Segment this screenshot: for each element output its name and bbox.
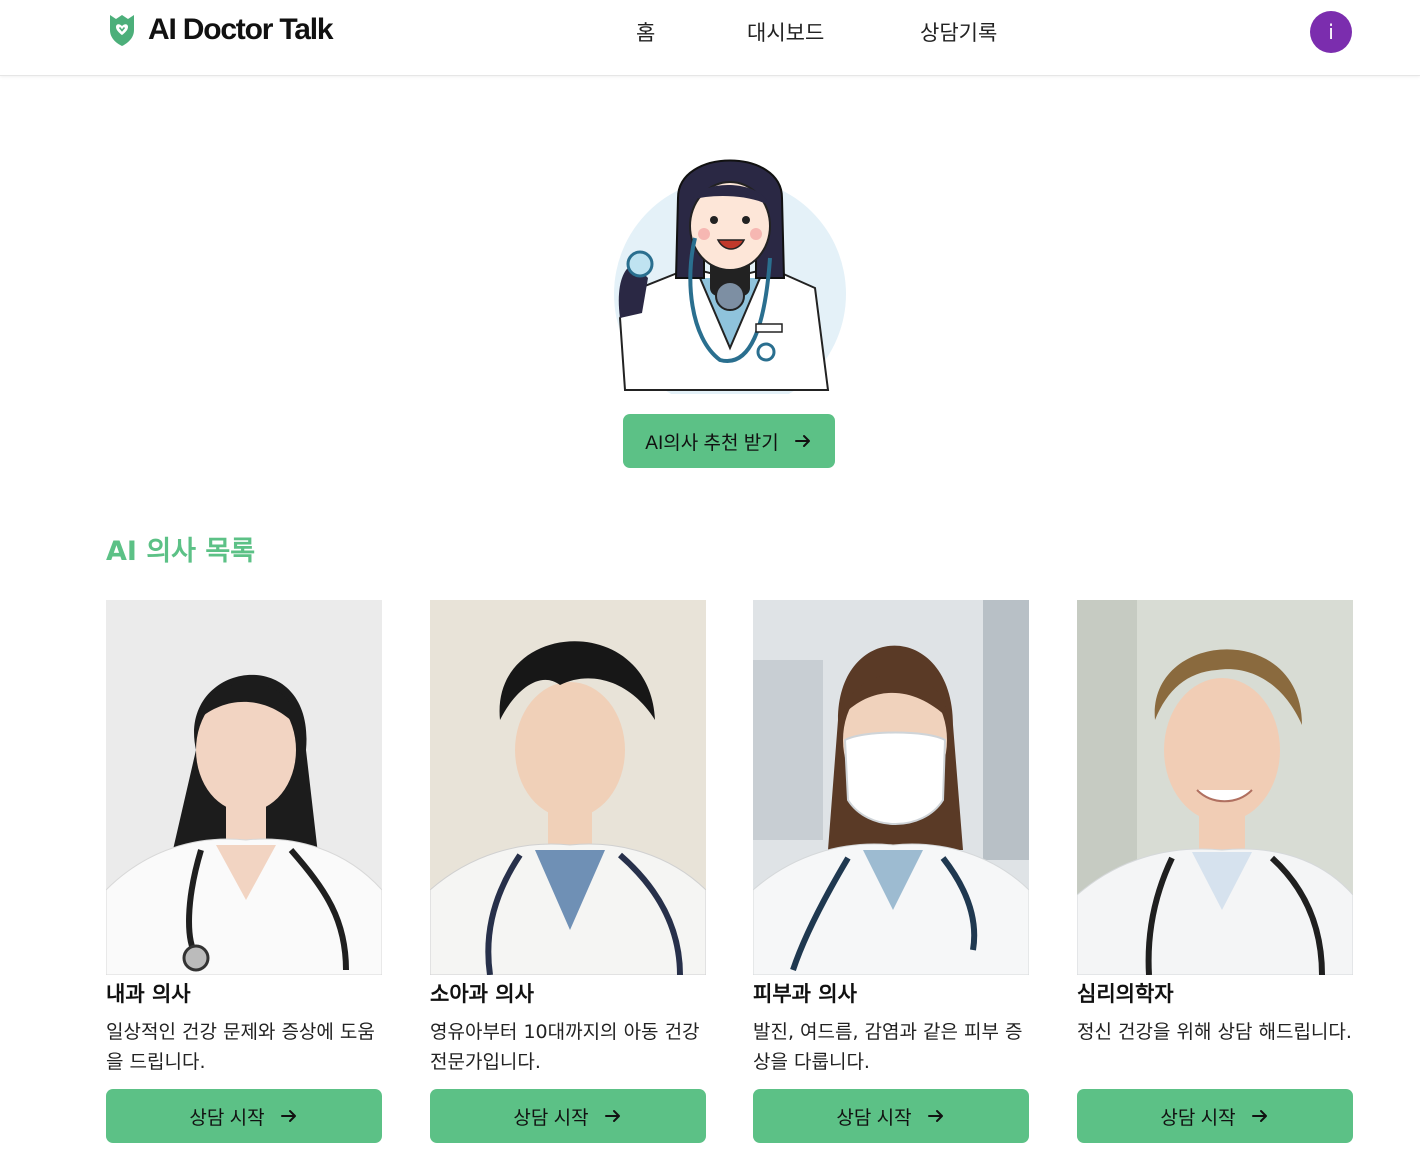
doctor-photo — [753, 600, 1029, 975]
doctor-photo — [430, 600, 706, 975]
start-consult-label: 상담 시작 — [189, 1107, 265, 1129]
nav-home[interactable]: 홈 — [636, 17, 655, 47]
user-avatar[interactable]: i — [1310, 11, 1352, 53]
start-consult-label: 상담 시작 — [836, 1107, 912, 1129]
doctor-photo — [106, 600, 382, 975]
start-consult-button[interactable]: 상담 시작 — [106, 1089, 382, 1143]
doctor-description: 영유아부터 10대까지의 아동 건강 전문가입니다. — [430, 1021, 700, 1073]
start-consult-label: 상담 시작 — [513, 1107, 589, 1129]
cta-label: AI의사 추천 받기 — [645, 432, 779, 454]
doctor-card-internal-medicine: 내과 의사 일상적인 건강 문제와 증상에 도움을 드립니다. 상담 시작 — [106, 600, 382, 1143]
doctor-list-title: AI 의사 목록 — [106, 536, 256, 567]
doctor-name: 소아과 의사 — [430, 982, 534, 1006]
doctor-name: 피부과 의사 — [753, 982, 857, 1006]
start-consult-button[interactable]: 상담 시작 — [1077, 1089, 1353, 1143]
doctor-description: 발진, 여드름, 감염과 같은 피부 증상을 다룹니다. — [753, 1021, 1023, 1073]
arrow-right-icon — [794, 435, 810, 447]
arrow-right-icon — [927, 1110, 943, 1122]
doctor-description: 정신 건강을 위해 상담 해드립니다. — [1077, 1021, 1352, 1043]
doctor-robot-illustration — [614, 159, 846, 394]
top-header: AI Doctor Talk 홈 대시보드 상담기록 i — [0, 0, 1420, 76]
doctor-description: 일상적인 건강 문제와 증상에 도움을 드립니다. — [106, 1021, 375, 1073]
nav-consult-history[interactable]: 상담기록 — [920, 17, 997, 47]
start-consult-button[interactable]: 상담 시작 — [753, 1089, 1029, 1143]
doctor-card-psychology: 심리의학자 정신 건강을 위해 상담 해드립니다. 상담 시작 — [1077, 600, 1353, 1143]
arrow-right-icon — [280, 1110, 296, 1122]
arrow-right-icon — [1251, 1110, 1267, 1122]
arrow-right-icon — [604, 1110, 620, 1122]
nav-dashboard[interactable]: 대시보드 — [747, 17, 824, 47]
doctor-card-dermatology: 피부과 의사 발진, 여드름, 감염과 같은 피부 증상을 다룹니다. 상담 시… — [753, 600, 1029, 1143]
start-consult-label: 상담 시작 — [1160, 1107, 1236, 1129]
start-consult-button[interactable]: 상담 시작 — [430, 1089, 706, 1143]
doctor-card-pediatrics: 소아과 의사 영유아부터 10대까지의 아동 건강 전문가입니다. 상담 시작 — [430, 600, 706, 1143]
get-ai-doctor-recommendation-button[interactable]: AI의사 추천 받기 — [623, 414, 835, 468]
doctor-name: 심리의학자 — [1077, 982, 1174, 1006]
doctor-name: 내과 의사 — [106, 982, 191, 1006]
avatar-initial: i — [1328, 20, 1334, 44]
doctor-photo — [1077, 600, 1353, 975]
main-nav: 홈 대시보드 상담기록 — [0, 17, 1420, 47]
